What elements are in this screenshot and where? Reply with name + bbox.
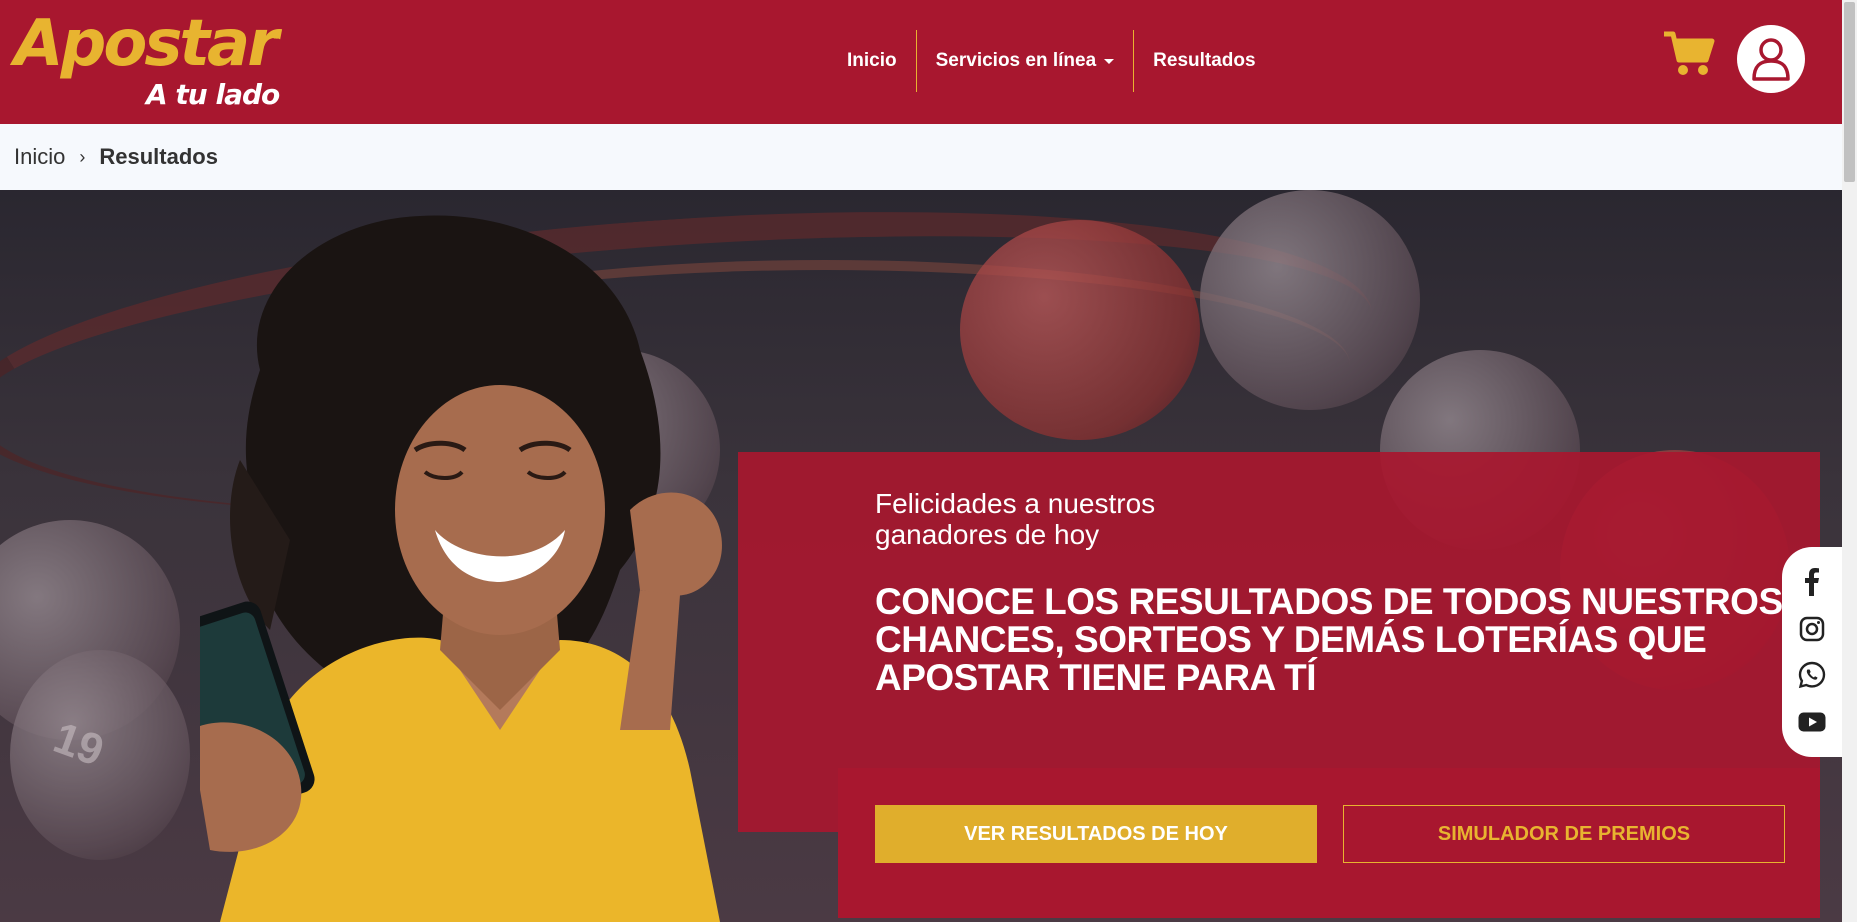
instagram-icon[interactable] xyxy=(1797,614,1827,644)
nav-item-inicio[interactable]: Inicio xyxy=(828,30,916,92)
whatsapp-icon[interactable] xyxy=(1797,660,1827,690)
nav-item-label: Resultados xyxy=(1153,50,1256,71)
ball-number: 19 xyxy=(47,713,111,776)
lottery-ball-decoration: 19 xyxy=(10,650,190,860)
apostar-logo[interactable]: Apostar ® A tu lado xyxy=(14,12,284,112)
breadcrumb-current: Resultados xyxy=(99,144,218,169)
lottery-ball-decoration xyxy=(1200,190,1420,410)
chevron-down-icon xyxy=(1104,58,1115,64)
registered-mark: ® xyxy=(272,30,281,42)
main-nav: Inicio Servicios en línea Resultados xyxy=(828,30,1275,92)
hero-subtitle: Felicidades a nuestros ganadores de hoy xyxy=(875,488,1156,550)
user-icon xyxy=(1752,38,1790,81)
nav-item-label: Servicios en línea xyxy=(935,50,1097,71)
hero-headline: CONOCE LOS RESULTADOS DE TODOS NUESTROS … xyxy=(875,581,1783,698)
scrollbar-thumb[interactable] xyxy=(1844,2,1855,182)
user-account-button[interactable] xyxy=(1737,25,1805,93)
site-header: Apostar ® A tu lado Inicio Servicios en … xyxy=(0,0,1842,124)
logo-wordmark: Apostar xyxy=(14,7,279,81)
logo-tagline: A tu lado xyxy=(146,78,280,111)
nav-item-servicios[interactable]: Servicios en línea xyxy=(917,30,1134,92)
breadcrumb-home-link[interactable]: Inicio xyxy=(14,144,65,170)
nav-item-resultados[interactable]: Resultados xyxy=(1134,30,1274,92)
lottery-ball-decoration xyxy=(960,220,1200,440)
prize-simulator-button[interactable]: SIMULADOR DE PREMIOS xyxy=(1343,805,1785,863)
shopping-cart-icon[interactable] xyxy=(1662,30,1716,78)
page-scrollbar[interactable] xyxy=(1842,0,1857,922)
social-links-rail xyxy=(1782,547,1842,757)
view-results-today-button[interactable]: VER RESULTADOS DE HOY xyxy=(875,805,1317,863)
breadcrumb: Inicio › Resultados xyxy=(0,124,1842,190)
nav-item-label: Inicio xyxy=(847,50,897,71)
facebook-icon[interactable] xyxy=(1797,567,1827,597)
breadcrumb-separator-icon: › xyxy=(79,146,86,167)
youtube-icon[interactable] xyxy=(1797,707,1827,737)
hero-banner: 19 Felicidades a nuestros ganadores de h… xyxy=(0,190,1842,922)
